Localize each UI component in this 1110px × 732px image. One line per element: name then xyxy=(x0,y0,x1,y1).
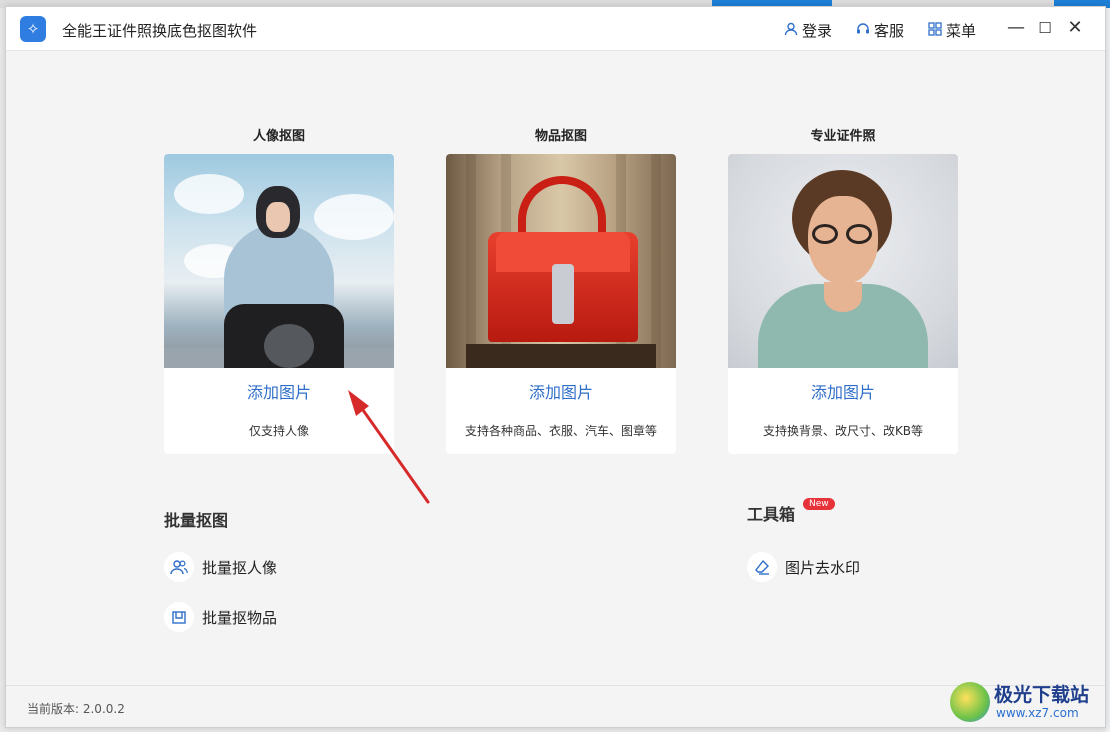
watermark-title: 极光下载站 xyxy=(994,684,1090,706)
annotation-arrow xyxy=(348,390,430,504)
watermark-url: www.xz7.com xyxy=(996,706,1079,720)
watermark-logo-icon xyxy=(950,682,990,722)
site-watermark: 极光下载站 www.xz7.com xyxy=(950,678,1105,728)
